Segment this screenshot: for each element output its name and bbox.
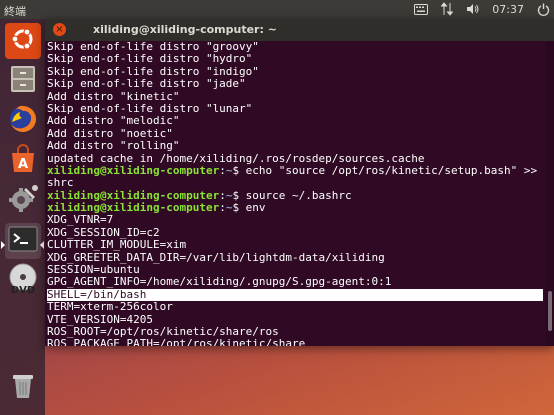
power-icon[interactable] (536, 2, 550, 16)
command-text: $ source ~/.bashrc (232, 188, 352, 202)
ubuntu-dash-button[interactable] (5, 23, 41, 59)
gear-wrench-icon (8, 184, 38, 218)
active-indicator-left (1, 241, 5, 249)
system-tray: 07:37 (414, 2, 550, 16)
launcher: A DVD (0, 19, 45, 415)
active-app-name[interactable]: 終端 (4, 3, 26, 19)
terminal-line: CLUTTER_IM_MODULE=xim (47, 238, 187, 252)
firefox-button[interactable] (5, 103, 41, 139)
top-panel: 終端 07:37 (0, 0, 554, 19)
terminal-line: Skip end-of-life distro "jade" (47, 77, 246, 91)
keyboard-icon[interactable] (414, 2, 429, 16)
prompt-user: xiliding@xiliding-computer (47, 201, 220, 215)
ubuntu-logo-icon (10, 26, 36, 56)
terminal-prompt-line: xiliding@xiliding-computer:~$ echo "sour… (47, 163, 543, 177)
command-text: $ env (232, 201, 266, 215)
terminal-line: Add distro "rolling" (47, 139, 180, 153)
dvd-button[interactable]: DVD (5, 263, 41, 299)
active-indicator-right (40, 241, 44, 249)
terminal-line: Add distro "melodic" (47, 114, 180, 128)
shopping-bag-icon: A (8, 144, 38, 178)
software-center-label: A (18, 157, 28, 172)
trash-button[interactable] (5, 369, 41, 405)
window-title: xiliding@xiliding-computer: ~ (93, 23, 277, 36)
terminal-window[interactable]: × xiliding@xiliding-computer: ~ Skip end… (45, 19, 554, 346)
terminal-icon (8, 226, 38, 256)
file-cabinet-icon (8, 64, 38, 98)
prompt-user: xiliding@xiliding-computer (47, 188, 220, 202)
terminal-line: Skip end-of-life distro "hydro" (47, 52, 253, 66)
terminal-output[interactable]: Skip end-of-life distro "groovy" Skip end… (45, 41, 543, 346)
system-settings-button[interactable] (5, 183, 41, 219)
dvd-icon: DVD (7, 263, 39, 299)
terminal-prompt-line: xiliding@xiliding-computer:~$ env (47, 201, 266, 215)
dvd-label: DVD (11, 285, 35, 295)
network-icon[interactable] (440, 2, 454, 16)
prompt-user: xiliding@xiliding-computer (47, 163, 220, 177)
close-button[interactable]: × (53, 23, 66, 36)
clock[interactable]: 07:37 (492, 3, 524, 16)
firefox-icon (8, 104, 38, 138)
scrollbar-thumb[interactable] (548, 291, 552, 331)
command-text: $ echo "source /opt/ros/kinetic/setup.ba… (232, 163, 543, 177)
scrollbar[interactable] (545, 41, 554, 346)
window-titlebar[interactable]: × xiliding@xiliding-computer: ~ (45, 19, 554, 41)
volume-icon[interactable] (466, 2, 480, 16)
minimize-button[interactable] (72, 23, 85, 36)
files-button[interactable] (5, 63, 41, 99)
trash-icon (9, 370, 37, 404)
terminal-line: TERM=xterm-256color (47, 300, 173, 314)
terminal-line: XDG_VTNR=7 (47, 213, 114, 227)
terminal-button[interactable] (5, 223, 41, 259)
software-center-button[interactable]: A (5, 143, 41, 179)
terminal-line: ROS_PACKAGE_PATH=/opt/ros/kinetic/share (47, 337, 306, 346)
terminal-line: GPG_AGENT_INFO=/home/xiliding/.gnupg/S.g… (47, 275, 392, 289)
